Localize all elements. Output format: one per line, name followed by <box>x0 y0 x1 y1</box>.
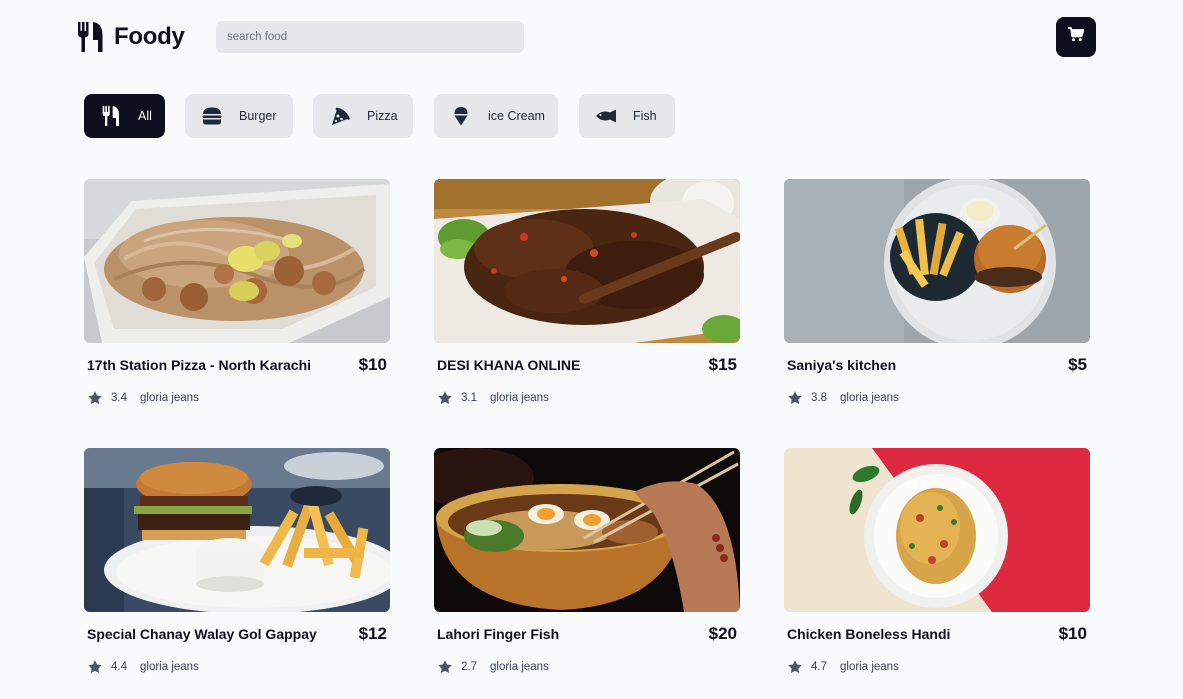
app-logo[interactable]: Foody <box>78 22 185 52</box>
product-title: Saniya's kitchen <box>787 357 897 373</box>
product-price: $10 <box>1058 624 1087 643</box>
category-label: Burger <box>239 109 277 123</box>
product-card[interactable]: Chicken Boneless Handi $10 4.7 gloria je… <box>784 448 1090 688</box>
product-meta: 2.7 gloria jeans <box>437 659 549 675</box>
category-pizza[interactable]: Pizza <box>313 94 413 138</box>
burger-fries-plate-photo <box>784 179 1090 343</box>
product-price: $10 <box>358 355 387 374</box>
category-ice-cream[interactable]: ice Cream <box>434 94 558 138</box>
star-icon <box>788 660 802 673</box>
product-meta: 4.4 gloria jeans <box>87 659 199 675</box>
cart-icon <box>1068 27 1085 47</box>
product-price: $20 <box>708 624 737 643</box>
product-rating: 3.1 <box>461 392 477 404</box>
product-meta: 3.4 gloria jeans <box>87 390 199 406</box>
product-card[interactable]: DESI KHANA ONLINE $15 3.1 gloria jeans <box>434 179 740 419</box>
star-icon <box>788 391 802 404</box>
product-rating: 4.7 <box>811 661 827 673</box>
product-card[interactable]: Lahori Finger Fish $20 2.7 gloria jeans <box>434 448 740 688</box>
category-burger[interactable]: Burger <box>185 94 293 138</box>
pasta-plate-photo <box>784 448 1090 612</box>
burger-icon <box>201 105 223 127</box>
product-title: Chicken Boneless Handi <box>787 626 951 642</box>
product-vendor: gloria jeans <box>490 661 549 673</box>
star-icon <box>438 391 452 404</box>
product-vendor: gloria jeans <box>490 392 549 404</box>
product-meta: 3.8 gloria jeans <box>787 390 899 406</box>
category-label: Pizza <box>367 109 398 123</box>
product-title: Special Chanay Walay Gol Gappay <box>87 626 317 642</box>
product-rating: 3.4 <box>111 392 127 404</box>
product-vendor: gloria jeans <box>840 661 899 673</box>
foody-app: Foody All <box>0 0 1183 699</box>
search-input[interactable] <box>216 21 524 53</box>
category-all[interactable]: All <box>84 94 165 138</box>
product-vendor: gloria jeans <box>840 392 899 404</box>
ice-cream-icon <box>450 105 472 127</box>
pizza-icon <box>329 105 351 127</box>
product-meta: 3.1 gloria jeans <box>437 390 549 406</box>
noodles-photo <box>84 179 390 343</box>
product-price: $5 <box>1068 355 1087 374</box>
grilled-meat-photo <box>434 179 740 343</box>
ramen-bowl-photo <box>434 448 740 612</box>
fish-icon <box>595 105 617 127</box>
product-price: $15 <box>708 355 737 374</box>
product-rating: 2.7 <box>461 661 477 673</box>
category-fish[interactable]: Fish <box>579 94 675 138</box>
product-price: $12 <box>358 624 387 643</box>
burger-fries-photo <box>84 448 390 612</box>
product-card[interactable]: 17th Station Pizza - North Karachi $10 3… <box>84 179 390 419</box>
category-label: Fish <box>633 109 657 123</box>
category-label: All <box>138 109 152 123</box>
star-icon <box>438 660 452 673</box>
product-rating: 3.8 <box>811 392 827 404</box>
product-title: 17th Station Pizza - North Karachi <box>87 357 312 373</box>
app-name: Foody <box>114 23 185 50</box>
product-vendor: gloria jeans <box>140 661 199 673</box>
cart-button[interactable] <box>1056 17 1096 57</box>
product-rating: 4.4 <box>111 661 127 673</box>
product-meta: 4.7 gloria jeans <box>787 659 899 675</box>
utensils-icon <box>100 105 122 127</box>
product-vendor: gloria jeans <box>140 392 199 404</box>
utensils-icon <box>78 22 103 52</box>
category-label: ice Cream <box>488 109 545 123</box>
star-icon <box>88 391 102 404</box>
product-card[interactable]: Saniya's kitchen $5 3.8 gloria jeans <box>784 179 1090 419</box>
product-title: Lahori Finger Fish <box>437 626 560 642</box>
product-title: DESI KHANA ONLINE <box>437 357 581 373</box>
product-card[interactable]: Special Chanay Walay Gol Gappay $12 4.4 … <box>84 448 390 688</box>
star-icon <box>88 660 102 673</box>
